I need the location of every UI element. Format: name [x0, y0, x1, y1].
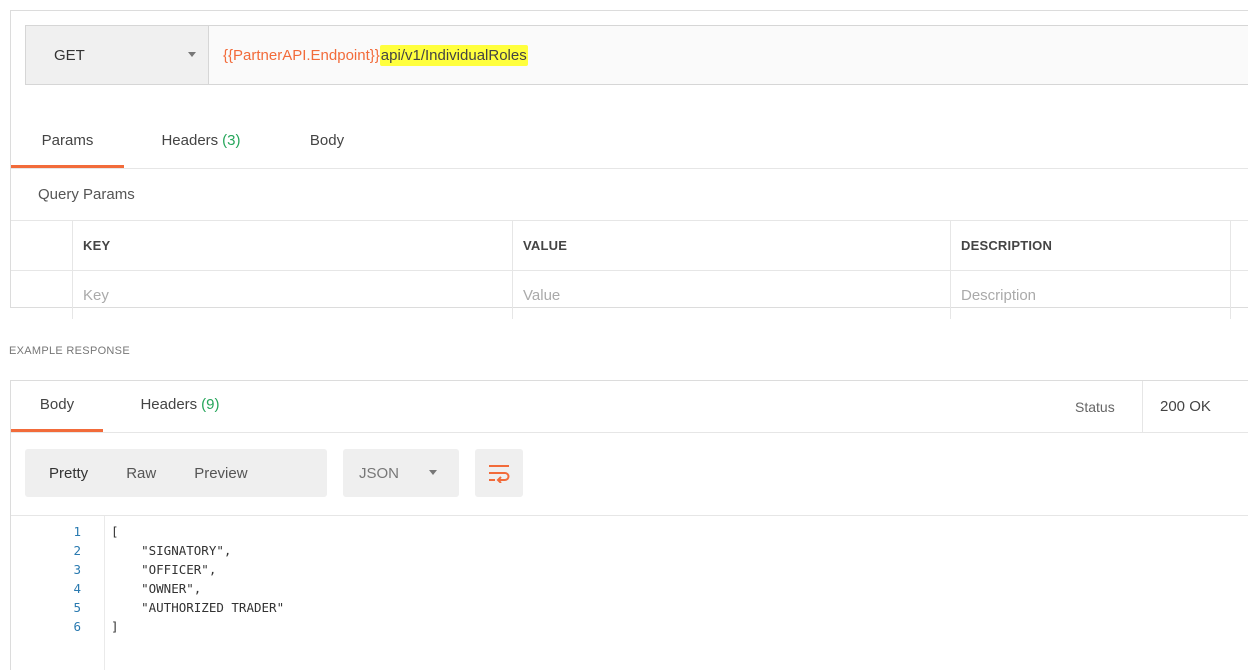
url-variable: {{PartnerAPI.Endpoint}} [223, 46, 380, 64]
chevron-down-icon [429, 470, 437, 475]
row-gutter [11, 271, 73, 319]
format-select[interactable]: JSON [343, 449, 459, 497]
wrap-lines-button[interactable] [475, 449, 523, 497]
description-input[interactable]: Description [951, 271, 1231, 319]
tab-headers-label: Headers [161, 132, 219, 149]
response-code-editor[interactable]: 1 [ 2 "SIGNATORY", 3 "OFFICER", 4 "OWNER… [11, 515, 1248, 670]
view-mode-group: Pretty Raw Preview [25, 449, 327, 497]
example-response-label: EXAMPLE RESPONSE [9, 345, 130, 357]
line-content: [ [111, 524, 119, 539]
row-options [1231, 271, 1248, 319]
tab-response-body-label: Body [39, 396, 75, 413]
tab-body[interactable]: Body [304, 119, 350, 168]
format-label: JSON [359, 464, 400, 482]
code-line: 1 [ [11, 524, 1248, 540]
preview-button[interactable]: Preview [156, 465, 247, 482]
chevron-down-icon [188, 52, 196, 57]
response-toolbar: Pretty Raw Preview JSON [25, 449, 523, 497]
response-tabs: Body Headers (9) Status 200 OK [11, 381, 1248, 433]
line-number: 1 [73, 524, 81, 539]
line-number: 5 [73, 600, 81, 615]
tab-headers-count: (3) [222, 132, 241, 149]
column-options[interactable] [1231, 221, 1248, 270]
tab-params[interactable]: Params [11, 119, 124, 168]
tab-response-body[interactable]: Body [11, 383, 103, 432]
tab-params-label: Params [41, 132, 94, 149]
pretty-button[interactable]: Pretty [25, 465, 88, 482]
line-number: 6 [73, 619, 81, 634]
url-input[interactable]: {{PartnerAPI.Endpoint}} api/v1/Individual… [209, 26, 1248, 84]
tab-response-headers[interactable]: Headers (9) [127, 383, 233, 432]
status-label: Status [1075, 399, 1115, 415]
wrap-lines-icon [489, 465, 510, 483]
table-row: Key Value Description [11, 271, 1248, 319]
code-line: 4 "OWNER", [11, 581, 1248, 597]
table-header-row: KEY VALUE DESCRIPTION [11, 221, 1248, 271]
code-line: 2 "SIGNATORY", [11, 543, 1248, 559]
tab-response-headers-label: Headers [140, 396, 198, 413]
raw-button[interactable]: Raw [88, 465, 156, 482]
line-content: ] [111, 619, 119, 634]
code-line: 6 ] [11, 619, 1248, 635]
line-number: 4 [73, 581, 81, 596]
key-input[interactable]: Key [73, 271, 513, 319]
row-gutter [11, 221, 73, 270]
tab-body-label: Body [309, 132, 345, 149]
method-select[interactable]: GET [26, 26, 209, 84]
line-number: 2 [73, 543, 81, 558]
line-content: "SIGNATORY", [111, 543, 232, 558]
line-content: "OWNER", [111, 581, 202, 596]
url-bar: GET {{PartnerAPI.Endpoint}} api/v1/Indivi… [25, 25, 1248, 85]
value-input[interactable]: Value [513, 271, 951, 319]
request-panel: GET {{PartnerAPI.Endpoint}} api/v1/Indivi… [10, 10, 1248, 319]
tab-response-headers-count: (9) [201, 396, 220, 413]
line-number: 3 [73, 562, 81, 577]
code-line: 3 "OFFICER", [11, 562, 1248, 578]
method-label: GET [54, 46, 85, 64]
tab-headers[interactable]: Headers (3) [147, 119, 255, 168]
line-content: "OFFICER", [111, 562, 217, 577]
code-line: 5 "AUTHORIZED TRADER" [11, 600, 1248, 616]
status-input[interactable]: 200 OK [1142, 381, 1248, 432]
line-content: "AUTHORIZED TRADER" [111, 600, 285, 615]
column-header-value: VALUE [513, 221, 951, 270]
url-path: api/v1/IndividualRoles [379, 44, 528, 66]
column-header-key: KEY [73, 221, 513, 270]
column-header-description: DESCRIPTION [951, 221, 1231, 270]
response-panel: Body Headers (9) Status 200 OK Pretty Ra… [10, 380, 1248, 670]
query-params-table: KEY VALUE DESCRIPTION Key Value Descript… [11, 221, 1248, 319]
request-tabs: Params Headers (3) Body [11, 119, 1248, 169]
query-params-title: Query Params [11, 169, 1248, 221]
